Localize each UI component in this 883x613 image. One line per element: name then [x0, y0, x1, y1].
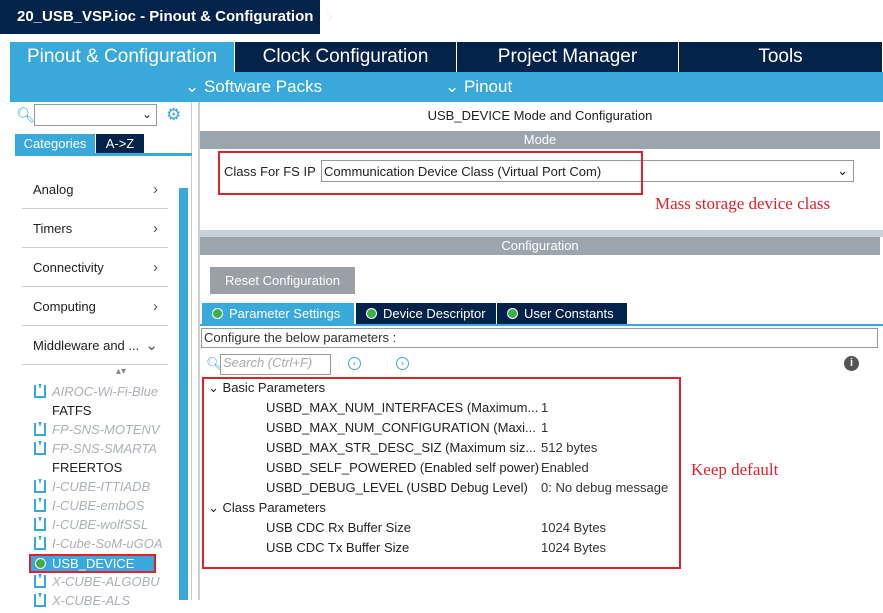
info-icon[interactable]: i [844, 356, 859, 371]
check-icon [35, 558, 46, 569]
chevron-down-icon: ⌄ [185, 77, 204, 96]
sidebar-item-middleware[interactable]: I-CUBE-wolfSSL [34, 517, 174, 537]
tab-project-manager[interactable]: Project Manager [457, 42, 679, 72]
tab-clock-configuration[interactable]: Clock Configuration [235, 42, 457, 72]
chevron-down-icon: ⌄ [141, 107, 152, 121]
tab-label: Device Descriptor [383, 306, 486, 321]
sidebar-item-category[interactable]: Computing › [22, 287, 168, 326]
sidebar-item-middleware[interactable]: USB_DEVICE [29, 554, 156, 573]
chevron-right-icon: › [153, 181, 158, 198]
middleware-label: AIROC-Wi-Fi-Blue [52, 384, 159, 399]
sidebar-item-category[interactable]: Middleware and ... ⌄ [22, 326, 168, 365]
page-title: USB_DEVICE Mode and Configuration [427, 108, 653, 123]
middleware-label: I-CUBE-ITTIADB [52, 479, 151, 494]
middleware-label: FP-SNS-MOTENV [52, 422, 160, 437]
sidebar-item-middleware[interactable]: AIROC-Wi-Fi-Blue [34, 384, 174, 404]
category-label: Middleware and ... [33, 338, 140, 353]
highlight-box [218, 151, 643, 195]
tab-user-constants[interactable]: User Constants [497, 303, 627, 324]
sidebar-item-category[interactable]: Timers › [22, 209, 168, 248]
mode-header: Mode [200, 131, 880, 149]
sidebar-item-middleware[interactable]: FREERTOS [34, 460, 174, 480]
category-label: Timers [33, 221, 73, 236]
category-label: Computing [33, 299, 96, 314]
sidebar-item-middleware[interactable]: FP-SNS-SMARTA [34, 441, 174, 461]
tab-pinout-configuration[interactable]: Pinout & Configuration [10, 42, 235, 72]
sidebar-item-middleware[interactable]: X-CUBE-ALGOBU [34, 574, 174, 594]
gear-icon[interactable]: ⚙ [166, 105, 181, 125]
sidebar-scrollbar[interactable] [179, 188, 188, 600]
chevron-down-icon: ⌄ [145, 337, 158, 354]
middleware-label: X-CUBE-ALGOBU [52, 574, 160, 589]
sub-menu-bar: ⌄ Software Packs ⌄ Pinout [10, 72, 883, 102]
middleware-label: FP-SNS-SMARTA [52, 441, 157, 456]
tab-underline [15, 153, 192, 156]
middleware-label: FATFS [52, 403, 92, 418]
check-icon [366, 308, 377, 319]
breadcrumb-arrow-inner [320, 2, 332, 32]
check-icon [507, 308, 518, 319]
middleware-label: USB_DEVICE [52, 556, 135, 571]
reset-configuration-button[interactable]: Reset Configuration [210, 267, 355, 294]
middleware-label: X-CUBE-ALS [52, 593, 131, 608]
download-icon [34, 422, 46, 436]
download-icon [34, 517, 46, 531]
middleware-label: FREERTOS [52, 460, 123, 475]
check-icon [212, 308, 223, 319]
tab-categories[interactable]: Categories [15, 134, 95, 153]
chevron-down-icon: ⌄ [837, 163, 848, 178]
sidebar-item-category[interactable]: Connectivity › [22, 248, 168, 287]
download-icon [34, 479, 46, 493]
chevron-right-icon: › [153, 259, 158, 276]
tab-a-z[interactable]: A->Z [96, 134, 144, 153]
search-placeholder: Search (Ctrl+F) [223, 355, 313, 370]
search-icon: 🔍︎ [16, 107, 36, 124]
tab-label: Parameter Settings [229, 306, 341, 321]
middleware-label: I-CUBE-embOS [52, 498, 145, 513]
software-packs-menu[interactable]: ⌄ Software Packs [185, 77, 322, 97]
chevron-down-icon: ⌄ [445, 77, 464, 96]
download-icon [34, 441, 46, 455]
middleware-label: I-CUBE-wolfSSL [52, 517, 149, 532]
sidebar-item-category[interactable]: Analog › [22, 170, 168, 209]
software-packs-label: Software Packs [203, 77, 323, 96]
tab-underline [200, 324, 883, 326]
category-label: Analog [33, 182, 74, 197]
sidebar-item-middleware[interactable]: I-Cube-SoM-uGOA [34, 536, 174, 556]
download-icon [34, 384, 46, 398]
next-icon[interactable]: › [396, 357, 409, 370]
tab-device-descriptor[interactable]: Device Descriptor [356, 303, 496, 324]
chevron-right-icon: › [153, 298, 158, 315]
tab-label: User Constants [524, 306, 614, 321]
download-icon [34, 593, 46, 607]
chevron-right-icon: › [153, 220, 158, 237]
window-title: 20_USB_VSP.ioc - Pinout & Configuration [0, 0, 320, 34]
tab-parameter-settings[interactable]: Parameter Settings [202, 303, 354, 324]
sort-icon[interactable]: ▴▾ [116, 366, 126, 377]
sidebar-item-middleware[interactable]: I-CUBE-embOS [34, 498, 174, 518]
download-icon [34, 536, 46, 550]
sidebar-item-middleware[interactable]: FP-SNS-MOTENV [34, 422, 174, 442]
tab-tools[interactable]: Tools [679, 42, 883, 72]
category-label: Connectivity [33, 260, 104, 275]
sidebar-search-combo[interactable]: ⌄ [34, 104, 157, 126]
configuration-header: Configuration [200, 237, 880, 255]
download-icon [34, 498, 46, 512]
pinout-label: Pinout [463, 77, 513, 96]
highlight-box [202, 377, 681, 569]
pinout-menu[interactable]: ⌄ Pinout [445, 77, 512, 97]
previous-icon[interactable]: ‹ [348, 357, 361, 370]
param-search-input[interactable]: Search (Ctrl+F) [220, 354, 331, 375]
configure-text: Configure the below parameters : [201, 328, 878, 348]
annotation-mode: Mass storage device class [655, 194, 831, 213]
middleware-label: I-Cube-SoM-uGOA [52, 536, 163, 551]
sidebar-item-middleware[interactable]: FATFS [34, 403, 174, 423]
annotation-params: Keep default [691, 460, 779, 479]
sidebar-item-middleware[interactable]: I-CUBE-ITTIADB [34, 479, 174, 499]
sidebar-item-middleware[interactable]: X-CUBE-ALS [34, 593, 174, 613]
download-icon [34, 574, 46, 588]
